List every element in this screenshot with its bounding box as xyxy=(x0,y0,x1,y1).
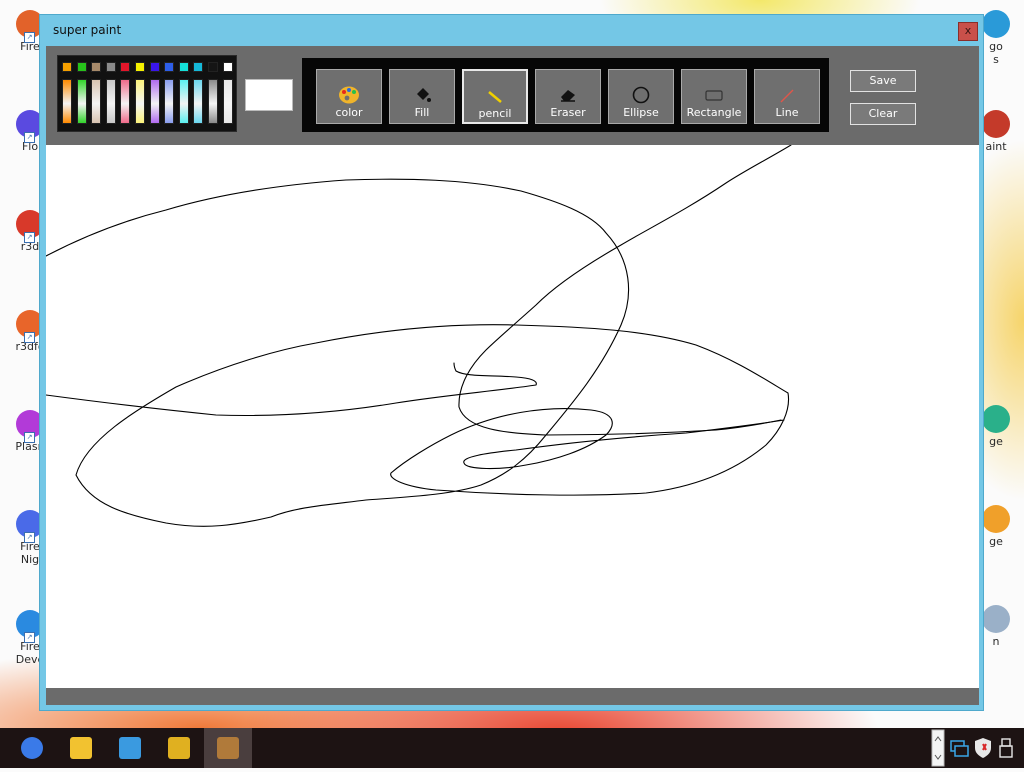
palette-swatch-top-6[interactable] xyxy=(149,62,160,72)
super-paint-icon xyxy=(217,737,239,759)
tool-color-button[interactable]: color xyxy=(316,69,382,124)
taskbar xyxy=(0,728,1024,768)
tool-line-button[interactable]: Line xyxy=(754,69,820,124)
drawing-canvas[interactable] xyxy=(45,144,979,688)
super-paint-window: super paint x color Fill pencil Eraser Ellip… xyxy=(39,14,984,711)
palette-swatch-top-10[interactable] xyxy=(208,62,218,72)
window-title: super paint xyxy=(53,23,122,37)
tool-ellipse-button[interactable]: Ellipse xyxy=(608,69,674,124)
stroke-large-loop xyxy=(45,178,790,527)
folder-icon xyxy=(70,737,92,759)
palette-swatch-top-11[interactable] xyxy=(222,62,233,72)
palette-swatch-shade-5[interactable] xyxy=(135,79,145,124)
security-shield-icon[interactable] xyxy=(973,737,993,763)
palette-swatch-shade-10[interactable] xyxy=(208,79,218,124)
visual-studio-icon xyxy=(119,737,141,759)
palette-swatch-shade-1[interactable] xyxy=(76,79,87,124)
palette-swatch-top-3[interactable] xyxy=(105,62,116,72)
tool-eraser-button[interactable]: Eraser xyxy=(535,69,601,124)
current-color-swatch[interactable] xyxy=(245,79,293,111)
palette-swatch-top-1[interactable] xyxy=(76,62,87,72)
palette-swatch-shade-6[interactable] xyxy=(149,79,160,124)
palette-swatch-shade-8[interactable] xyxy=(178,79,189,124)
save-button[interactable]: Save xyxy=(850,70,916,92)
close-button[interactable]: x xyxy=(958,22,978,41)
tool-line-label: Line xyxy=(775,106,799,119)
drawing-strokes xyxy=(45,144,792,527)
clear-button[interactable]: Clear xyxy=(850,103,916,125)
paint-brush-icon xyxy=(168,737,190,759)
rectangle-icon xyxy=(682,82,746,108)
taskbar-firefox-button[interactable] xyxy=(8,728,56,768)
taskbar-paint-app-button[interactable] xyxy=(155,728,203,768)
firefox-icon xyxy=(21,737,43,759)
stroke-left-line xyxy=(45,362,537,417)
palette-swatch-top-4[interactable] xyxy=(120,62,131,72)
color-palette xyxy=(57,55,237,132)
network-icon[interactable] xyxy=(950,738,970,762)
palette-swatch-shade-0[interactable] xyxy=(62,79,72,124)
palette-swatch-shade-7[interactable] xyxy=(164,79,175,124)
eraser-icon xyxy=(536,82,600,108)
taskbar-visual-studio-button[interactable] xyxy=(106,728,154,768)
palette-swatch-shade-4[interactable] xyxy=(120,79,131,124)
palette-swatch-top-9[interactable] xyxy=(193,62,204,72)
palette-swatch-top-0[interactable] xyxy=(62,62,72,72)
tool-pencil-label: pencil xyxy=(478,107,512,120)
palette-swatch-shade-11[interactable] xyxy=(222,79,233,124)
tool-strip: color Fill pencil Eraser Ellipse Rectangle Lin… xyxy=(302,58,829,132)
tool-rectangle-label: Rectangle xyxy=(686,106,742,119)
tool-ellipse-label: Ellipse xyxy=(623,106,659,119)
tool-fill-button[interactable]: Fill xyxy=(389,69,455,124)
palette-icon xyxy=(317,82,381,108)
palette-swatch-shade-9[interactable] xyxy=(193,79,204,124)
palette-swatch-top-5[interactable] xyxy=(135,62,145,72)
taskbar-super-paint-button[interactable] xyxy=(204,728,252,768)
title-bar[interactable]: super paint x xyxy=(40,15,983,46)
tray-overflow-scroller[interactable] xyxy=(930,728,946,768)
paint-bucket-icon xyxy=(390,82,454,108)
tool-rectangle-button[interactable]: Rectangle xyxy=(681,69,747,124)
tool-eraser-label: Eraser xyxy=(550,106,586,119)
pencil-icon xyxy=(464,83,526,109)
ellipse-icon xyxy=(609,82,673,108)
tool-pencil-button[interactable]: pencil xyxy=(462,69,528,124)
palette-swatch-top-2[interactable] xyxy=(91,62,102,72)
status-bar xyxy=(46,688,979,705)
palette-swatch-top-7[interactable] xyxy=(164,62,175,72)
usb-device-icon[interactable] xyxy=(998,737,1014,763)
taskbar-file-explorer-button[interactable] xyxy=(57,728,105,768)
palette-swatch-shade-2[interactable] xyxy=(91,79,102,124)
tool-fill-label: Fill xyxy=(414,106,430,119)
toolbar: color Fill pencil Eraser Ellipse Rectangle Lin… xyxy=(46,46,979,145)
line-icon xyxy=(755,82,819,108)
palette-swatch-shade-3[interactable] xyxy=(105,79,116,124)
tool-color-label: color xyxy=(335,106,363,119)
palette-swatch-top-8[interactable] xyxy=(178,62,189,72)
